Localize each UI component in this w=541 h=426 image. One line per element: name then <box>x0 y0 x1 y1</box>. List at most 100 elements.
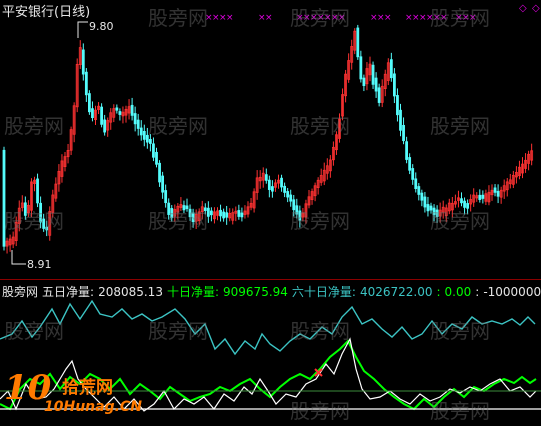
cross-marker-icon: × <box>265 13 273 23</box>
candle-body <box>426 204 430 212</box>
candle-body <box>130 104 134 116</box>
indicator-legend: 股旁网 五日净量: 208085.13 十日净量: 909675.94 六十日净量: 402… <box>2 283 541 300</box>
candle-body <box>389 59 393 79</box>
cross-marker-icon: × <box>440 13 448 23</box>
candle-body <box>298 210 302 221</box>
cross-marker-icon: × <box>384 13 392 23</box>
candle-body <box>289 194 293 202</box>
candle-body <box>405 141 409 160</box>
site-logo-url: 10Hunag.CN <box>44 399 142 415</box>
extra-value-1: 0.00 <box>444 285 472 299</box>
candle-body <box>185 205 189 209</box>
candle-body <box>417 186 421 195</box>
candle-body <box>371 64 375 85</box>
ten-day-label: 十日净量: <box>166 285 220 299</box>
candle-body <box>399 109 402 131</box>
candle-body <box>237 210 241 217</box>
candle-body <box>203 207 207 212</box>
candle-body <box>423 196 427 208</box>
candle-body <box>411 168 415 180</box>
candle-body <box>435 209 439 217</box>
candle-body <box>414 178 418 190</box>
candle-body <box>45 226 49 231</box>
candle-body <box>283 185 287 193</box>
candle-body <box>118 111 122 115</box>
candle-body <box>460 198 463 204</box>
candle-body <box>359 56 363 80</box>
candle-body <box>164 190 168 204</box>
candle-body <box>295 205 299 215</box>
candle-body <box>136 119 140 129</box>
candle-body <box>429 205 433 211</box>
diamond-icon: ◇ <box>532 3 540 14</box>
candle-body <box>158 162 161 183</box>
candle-body <box>167 202 171 215</box>
candle-body <box>142 130 146 140</box>
high-pointer <box>77 21 88 38</box>
candle-body <box>222 211 226 219</box>
cross-marker-icon: × <box>338 13 346 23</box>
candle-body <box>408 157 412 171</box>
candle-body <box>115 107 119 111</box>
candle-body <box>420 192 424 201</box>
candle-body <box>396 95 399 116</box>
candle-body <box>466 203 470 209</box>
candle-body <box>81 49 85 75</box>
cross-marker-icon: × <box>469 13 477 23</box>
cross-marker-icon: × <box>226 13 234 23</box>
candle-body <box>493 187 497 193</box>
extra-value-2: -1000000.00 <box>483 285 541 299</box>
low-price-label: 8.91 <box>27 258 52 271</box>
candle-body <box>292 199 296 211</box>
candle-body <box>88 93 91 113</box>
candle-body <box>103 119 107 133</box>
sixty-day-line <box>0 299 536 356</box>
chart-title: 平安银行(日线) <box>2 5 91 20</box>
candle-body <box>133 113 137 125</box>
candle-body <box>280 177 283 188</box>
candle-body <box>392 73 396 97</box>
candle-body <box>100 106 103 125</box>
candle-body <box>463 200 466 208</box>
sixty-day-value: 4026722.00 <box>359 285 433 299</box>
extra-separator: : <box>436 285 441 299</box>
candle-body <box>188 208 192 218</box>
candle-body <box>155 151 158 165</box>
candle-body <box>267 179 271 190</box>
candle-body <box>432 207 436 215</box>
candle-body <box>148 138 152 144</box>
stock-chart-window: × × × × × × × × × × × × × × × × × × × × × × × × × 股旁网 股旁网 股旁网 股旁… <box>0 0 541 426</box>
extra-separator: : <box>475 285 480 299</box>
five-day-label: 五日净量: <box>42 285 95 299</box>
candle-body <box>225 212 229 218</box>
candle-body <box>478 194 482 200</box>
candle-body <box>270 186 274 192</box>
candle-body <box>286 191 290 198</box>
diamond-icon: ◇ <box>519 3 527 14</box>
candle-body <box>206 207 210 217</box>
low-pointer <box>11 250 26 265</box>
ten-day-value: 909675.94 <box>223 285 288 299</box>
candle-body <box>36 178 39 204</box>
candle-body <box>182 205 186 211</box>
candle-body <box>240 212 244 218</box>
candle-body <box>219 209 222 217</box>
five-day-value: 208085.13 <box>98 285 163 299</box>
candle-body <box>402 124 405 142</box>
high-price-label: 9.80 <box>89 20 114 33</box>
candle-body <box>374 77 378 92</box>
candle-body <box>23 202 27 216</box>
candle-body <box>362 77 366 86</box>
candle-body <box>496 190 500 197</box>
candle-body <box>170 208 174 219</box>
candle-body <box>145 134 149 143</box>
candle-body <box>139 127 143 136</box>
indicator-name: 股旁网 <box>2 285 39 299</box>
candlestick-chart[interactable]: × × × × × × × × × × × × × × × × × × × × × × × × × <box>0 0 541 279</box>
candle-body <box>152 143 155 158</box>
candle-body <box>161 175 165 193</box>
site-logo-name: 拾荒网 <box>62 378 113 398</box>
candle-body <box>2 149 6 247</box>
candle-body <box>356 27 360 58</box>
sixty-day-label: 六十日净量: <box>291 285 356 299</box>
